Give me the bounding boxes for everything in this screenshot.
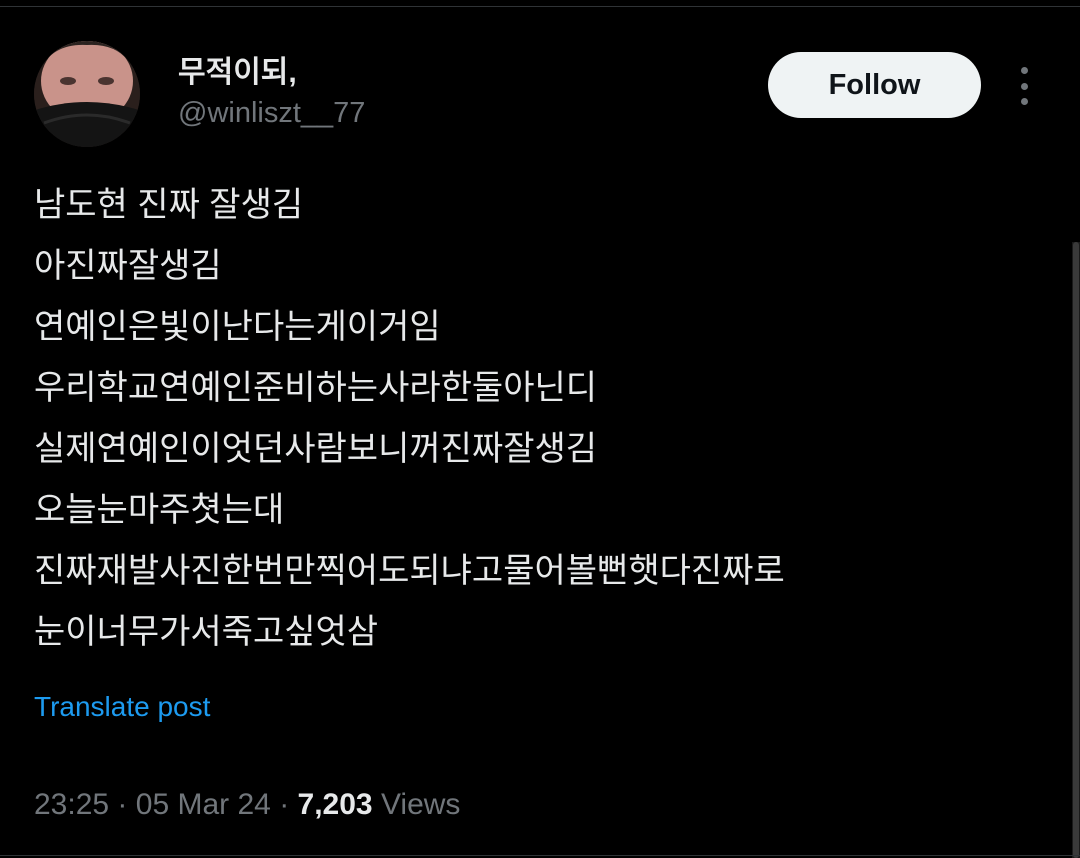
tweet-line: 실제연예인이엇던사람보니꺼진짜잘생김 xyxy=(34,430,598,468)
post-meta: 23:25 · 05 Mar 24 · 7,203 Views xyxy=(34,785,460,825)
more-dot xyxy=(1020,98,1028,105)
tweet-line: 남도현 진짜 잘생김 xyxy=(34,186,304,224)
user-handle[interactable]: @winliszt__77 xyxy=(178,94,365,132)
scrollbar-thumb[interactable] xyxy=(1073,242,1079,858)
views-count: 7,203 xyxy=(297,788,373,821)
avatar[interactable] xyxy=(34,41,140,147)
tweet-line: 연예인은빛이난다는게이거임 xyxy=(34,308,441,346)
bottom-divider xyxy=(0,855,1080,856)
meta-separator: · xyxy=(279,788,290,821)
meta-separator: · xyxy=(117,788,128,821)
views-label: Views xyxy=(380,788,461,821)
post-time[interactable]: 23:25 xyxy=(34,788,109,821)
top-divider xyxy=(0,6,1080,7)
tweet-line: 우리학교연예인준비하는사라한둘아닌디 xyxy=(34,369,598,407)
author-info: 무적이되, @winliszt__77 xyxy=(178,56,365,132)
follow-button[interactable]: Follow xyxy=(768,52,981,118)
more-dot xyxy=(1020,82,1028,90)
tweet-line: 진짜재발사진한번만찍어도되냐고물어볼뻔햇다진짜로 xyxy=(34,552,785,590)
more-dot xyxy=(1020,67,1028,74)
tweet-text: 남도현 진짜 잘생김 아진짜잘생김 연예인은빛이난다는게이거임 우리학교연예인준… xyxy=(34,175,1034,663)
tweet-line: 아진짜잘생김 xyxy=(34,247,222,285)
display-name[interactable]: 무적이되, xyxy=(178,56,365,90)
profile-photo-icon xyxy=(34,41,140,147)
tweet-line: 오늘눈마주쳣는대 xyxy=(34,491,285,529)
tweet-line: 눈이너무가서죽고싶엇삼 xyxy=(34,613,379,651)
post-date[interactable]: 05 Mar 24 xyxy=(136,788,271,821)
more-options-icon[interactable] xyxy=(1010,64,1038,108)
translate-post-link[interactable]: Translate post xyxy=(34,688,210,726)
